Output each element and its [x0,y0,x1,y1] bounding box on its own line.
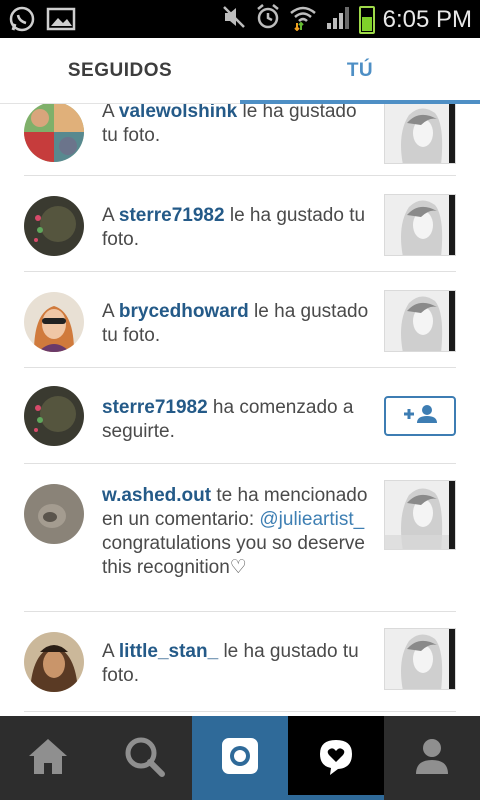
mention-link[interactable]: @julieartist_ [259,509,364,530]
activity-tabs: SEGUIDOS TÚ [0,38,480,104]
notification-prefix: A [102,104,119,122]
battery-icon [358,5,375,34]
notification-text: A sterre71982 le ha gustado tu foto. [102,204,372,252]
list-item[interactable]: A valewolshink le ha gustado tu foto. [0,104,480,176]
list-item[interactable]: A sterre71982 le ha gustado tu foto. [0,176,480,272]
comment-text: congratulations you so deserve this reco… [102,533,365,578]
username-link[interactable]: sterre71982 [102,397,208,418]
nav-activity[interactable] [288,716,384,800]
profile-icon [412,736,452,781]
clock: 6:05 PM [382,5,472,33]
alarm-icon [255,3,281,36]
active-nav-indicator [288,795,384,800]
activity-feed[interactable]: A valewolshink le ha gustado tu foto. A … [0,104,480,716]
list-item[interactable]: w.ashed.out te ha mencionado en un comen… [0,464,480,612]
nav-home[interactable] [0,716,96,800]
follow-back-button[interactable] [384,396,456,436]
username-link[interactable]: sterre71982 [119,205,225,226]
list-item[interactable]: A little_stan_ le ha gustado tu foto. [0,612,480,716]
add-user-icon [402,404,438,429]
username-link[interactable]: little_stan_ [119,641,218,662]
whatsapp-icon [8,5,36,38]
avatar[interactable] [24,196,84,256]
activity-heart-icon [316,736,356,781]
avatar[interactable] [24,484,84,544]
tab-you[interactable]: TÚ [240,38,480,104]
gallery-icon [46,5,76,38]
signal-icon [325,3,351,36]
divider [24,711,456,712]
notification-text: w.ashed.out te ha mencionado en un comen… [102,484,372,580]
bottom-navigation [0,716,480,800]
nav-camera[interactable] [192,716,288,800]
username-link[interactable]: w.ashed.out [102,485,211,506]
tab-following[interactable]: SEGUIDOS [0,38,240,104]
notification-text: A brycedhoward le ha gustado tu foto. [102,300,372,348]
home-icon [26,736,70,781]
list-item[interactable]: sterre71982 ha comenzado a seguirte. [0,368,480,464]
notification-text: A valewolshink le ha gustado tu foto. [102,104,372,148]
username-link[interactable]: valewolshink [119,104,237,122]
notification-text: A little_stan_ le ha gustado tu foto. [102,640,372,688]
avatar[interactable] [24,386,84,446]
notification-prefix: A [102,641,119,662]
list-item[interactable]: A brycedhoward le ha gustado tu foto. [0,272,480,368]
camera-icon [220,736,260,781]
avatar[interactable] [24,632,84,692]
avatar[interactable] [24,292,84,352]
notification-text: sterre71982 ha comenzado a seguirte. [102,396,372,444]
nav-profile[interactable] [384,716,480,800]
status-bar: 6:05 PM [0,0,480,38]
wifi-icon [289,3,317,36]
notification-prefix: A [102,301,119,322]
photo-thumbnail[interactable] [384,628,456,690]
notification-prefix: A [102,205,119,226]
photo-thumbnail[interactable] [384,290,456,352]
photo-thumbnail[interactable] [384,104,456,164]
photo-thumbnail[interactable] [384,194,456,256]
search-icon [122,734,166,783]
photo-thumbnail[interactable] [384,480,456,550]
username-link[interactable]: brycedhoward [119,301,249,322]
avatar[interactable] [24,104,84,162]
nav-explore[interactable] [96,716,192,800]
mute-icon [221,3,247,36]
